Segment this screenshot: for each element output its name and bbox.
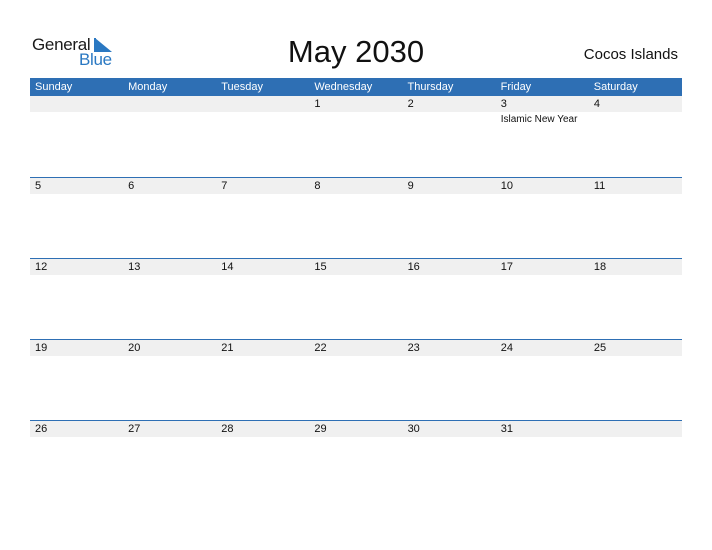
day-number: 12 bbox=[35, 261, 48, 273]
day-cell: 2 bbox=[403, 96, 496, 177]
day-number: 9 bbox=[407, 180, 414, 192]
weekday-wednesday: Wednesday bbox=[314, 81, 373, 93]
day-cell: 9 bbox=[403, 178, 496, 259]
day-cell: 11 bbox=[589, 178, 682, 259]
day-cell: 21 bbox=[216, 340, 309, 421]
day-cell: 19 bbox=[30, 340, 123, 421]
day-cell bbox=[216, 96, 309, 177]
day-cell bbox=[123, 96, 216, 177]
day-number: 16 bbox=[407, 261, 420, 273]
day-number: 15 bbox=[314, 261, 327, 273]
day-number: 26 bbox=[35, 423, 48, 435]
day-number: 24 bbox=[500, 342, 513, 354]
day-cell: 7 bbox=[216, 178, 309, 259]
day-cell: 27 bbox=[123, 421, 216, 502]
holiday-event: Islamic New Year bbox=[500, 114, 578, 125]
day-cell: 12 bbox=[30, 259, 123, 340]
day-number: 2 bbox=[407, 98, 414, 110]
day-cell bbox=[589, 421, 682, 502]
day-number: 1 bbox=[314, 98, 321, 110]
day-cell: 16 bbox=[403, 259, 496, 340]
day-number: 29 bbox=[314, 423, 327, 435]
day-cell: 15 bbox=[309, 259, 402, 340]
week-row: 12 13 14 15 16 17 18 bbox=[30, 258, 682, 340]
day-cell: 1 bbox=[309, 96, 402, 177]
day-number: 8 bbox=[314, 180, 321, 192]
day-number: 30 bbox=[407, 423, 420, 435]
day-number: 25 bbox=[593, 342, 607, 354]
day-number: 20 bbox=[128, 342, 141, 354]
day-number: 18 bbox=[593, 261, 607, 273]
day-cell: 6 bbox=[123, 178, 216, 259]
country-label: Cocos Islands bbox=[583, 46, 678, 63]
day-cell: 17 bbox=[496, 259, 589, 340]
week-row: 1 2 3 Islamic New Year 4 bbox=[30, 96, 682, 177]
day-number: 6 bbox=[128, 180, 135, 192]
weekday-header: Sunday Monday Tuesday Wednesday Thursday… bbox=[30, 78, 682, 96]
day-number: 7 bbox=[221, 180, 228, 192]
day-number: 13 bbox=[128, 261, 141, 273]
day-cell: 31 bbox=[496, 421, 589, 502]
weekday-tuesday: Tuesday bbox=[221, 81, 264, 93]
day-cell: 18 bbox=[589, 259, 682, 340]
day-number: 14 bbox=[221, 261, 234, 273]
day-cell: 25 bbox=[589, 340, 682, 421]
day-cell: 23 bbox=[403, 340, 496, 421]
day-number: 19 bbox=[35, 342, 48, 354]
day-cell: 26 bbox=[30, 421, 123, 502]
day-cell: 28 bbox=[216, 421, 309, 502]
week-row: 26 27 28 29 30 31 bbox=[30, 420, 682, 502]
day-cell: 14 bbox=[216, 259, 309, 340]
weekday-monday: Monday bbox=[128, 81, 168, 93]
day-number: 3 bbox=[500, 98, 507, 110]
day-number: 11 bbox=[593, 180, 606, 192]
weekday-thursday: Thursday bbox=[407, 81, 454, 93]
weekday-friday: Friday bbox=[500, 81, 532, 93]
day-cell: 29 bbox=[309, 421, 402, 502]
week-row: 19 20 21 22 23 24 25 bbox=[30, 339, 682, 421]
day-cell bbox=[30, 96, 123, 177]
day-cell: 8 bbox=[309, 178, 402, 259]
day-cell: 20 bbox=[123, 340, 216, 421]
day-cell: 24 bbox=[496, 340, 589, 421]
day-number: 4 bbox=[593, 98, 600, 110]
day-number: 5 bbox=[35, 180, 42, 192]
day-cell: 4 bbox=[589, 96, 682, 177]
day-number: 22 bbox=[314, 342, 327, 354]
day-cell: 13 bbox=[123, 259, 216, 340]
week-row: 5 6 7 8 9 10 11 bbox=[30, 177, 682, 259]
weekday-saturday: Saturday bbox=[593, 81, 638, 93]
day-number: 21 bbox=[221, 342, 234, 354]
day-cell: 10 bbox=[496, 178, 589, 259]
day-number: 10 bbox=[500, 180, 513, 192]
day-cell: 30 bbox=[403, 421, 496, 502]
day-number: 31 bbox=[500, 423, 513, 435]
day-cell: 3 Islamic New Year bbox=[496, 96, 589, 177]
day-cell: 22 bbox=[309, 340, 402, 421]
day-number: 28 bbox=[221, 423, 234, 435]
day-number: 23 bbox=[407, 342, 420, 354]
day-number: 27 bbox=[128, 423, 141, 435]
day-cell: 5 bbox=[30, 178, 123, 259]
day-number: 17 bbox=[500, 261, 513, 273]
weekday-sunday: Sunday bbox=[35, 81, 73, 93]
